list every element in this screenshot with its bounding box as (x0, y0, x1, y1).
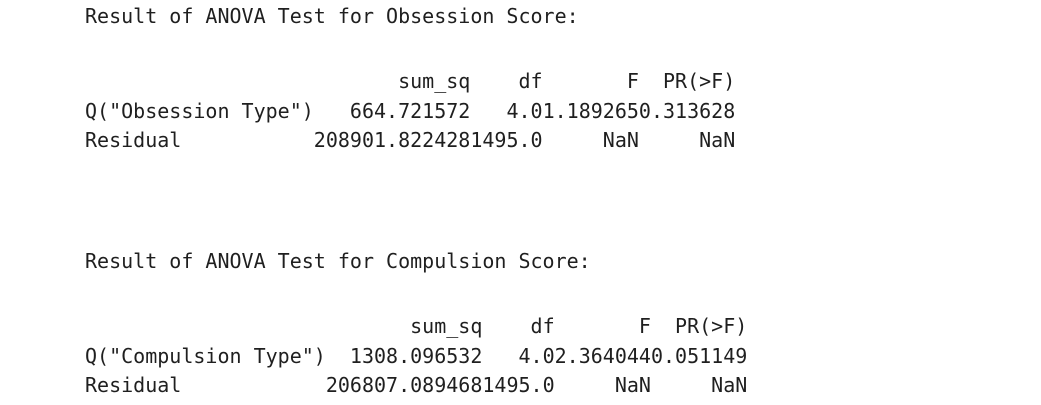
cell-sum-sq: 208901.822428 (313, 128, 471, 152)
header-df: df (530, 314, 555, 338)
row-label: Q("Compulsion Type") (85, 343, 326, 368)
cell-f: NaN (614, 373, 651, 397)
cell-f: 2.364044 (554, 343, 651, 368)
cell-df: 4.0 (518, 343, 555, 368)
cell-df: 1495.0 (470, 128, 543, 152)
header-f: F (626, 69, 639, 93)
cell-pr-f: 0.051149 (650, 343, 748, 368)
header-index (85, 312, 326, 342)
cell-f: 1.189265 (542, 98, 639, 123)
cell-df: 1495.0 (482, 373, 555, 397)
cell-pr-f: 0.313628 (638, 98, 736, 123)
header-df: df (518, 69, 543, 93)
row-label: Q("Obsession Type") (85, 98, 314, 123)
obsession-anova-title: Result of ANOVA Test for Obsession Score… (85, 4, 579, 28)
header-f: F (638, 314, 651, 338)
cell-sum-sq: 206807.089468 (325, 373, 483, 397)
header-sum-sq: sum_sq (398, 69, 471, 93)
header-sum-sq: sum_sq (410, 314, 483, 338)
cell-sum-sq: 1308.096532 (349, 343, 483, 368)
cell-pr-f: NaN (711, 373, 748, 397)
compulsion-anova-table: sum_sq df F PR(>F) Q("Compulsion Type") … (85, 312, 747, 401)
table-row: Q("Compulsion Type") 1308.096532 4.0 2.3… (85, 342, 747, 372)
cell-pr-f: NaN (699, 128, 736, 152)
header-pr-f: PR(>F) (675, 314, 748, 338)
table-header-row: sum_sq df F PR(>F) (85, 312, 747, 342)
header-pr-f: PR(>F) (662, 69, 736, 93)
compulsion-anova-title: Result of ANOVA Test for Compulsion Scor… (85, 249, 591, 273)
table-row: Residual 206807.089468 1495.0 NaN NaN (85, 371, 747, 401)
table-header-row: sum_sq df F PR(>F) (85, 67, 735, 97)
row-label: Residual (85, 128, 182, 152)
header-index (85, 67, 314, 97)
obsession-anova-table: sum_sq df F PR(>F) Q("Obsession Type") 6… (85, 67, 735, 156)
table-row: Residual 208901.822428 1495.0 NaN NaN (85, 126, 735, 156)
row-label: Residual (85, 373, 182, 397)
cell-sum-sq: 664.721572 (349, 98, 471, 123)
cell-f: NaN (602, 128, 639, 152)
table-row: Q("Obsession Type") 664.721572 4.0 1.189… (85, 97, 735, 127)
cell-df: 4.0 (506, 98, 543, 123)
